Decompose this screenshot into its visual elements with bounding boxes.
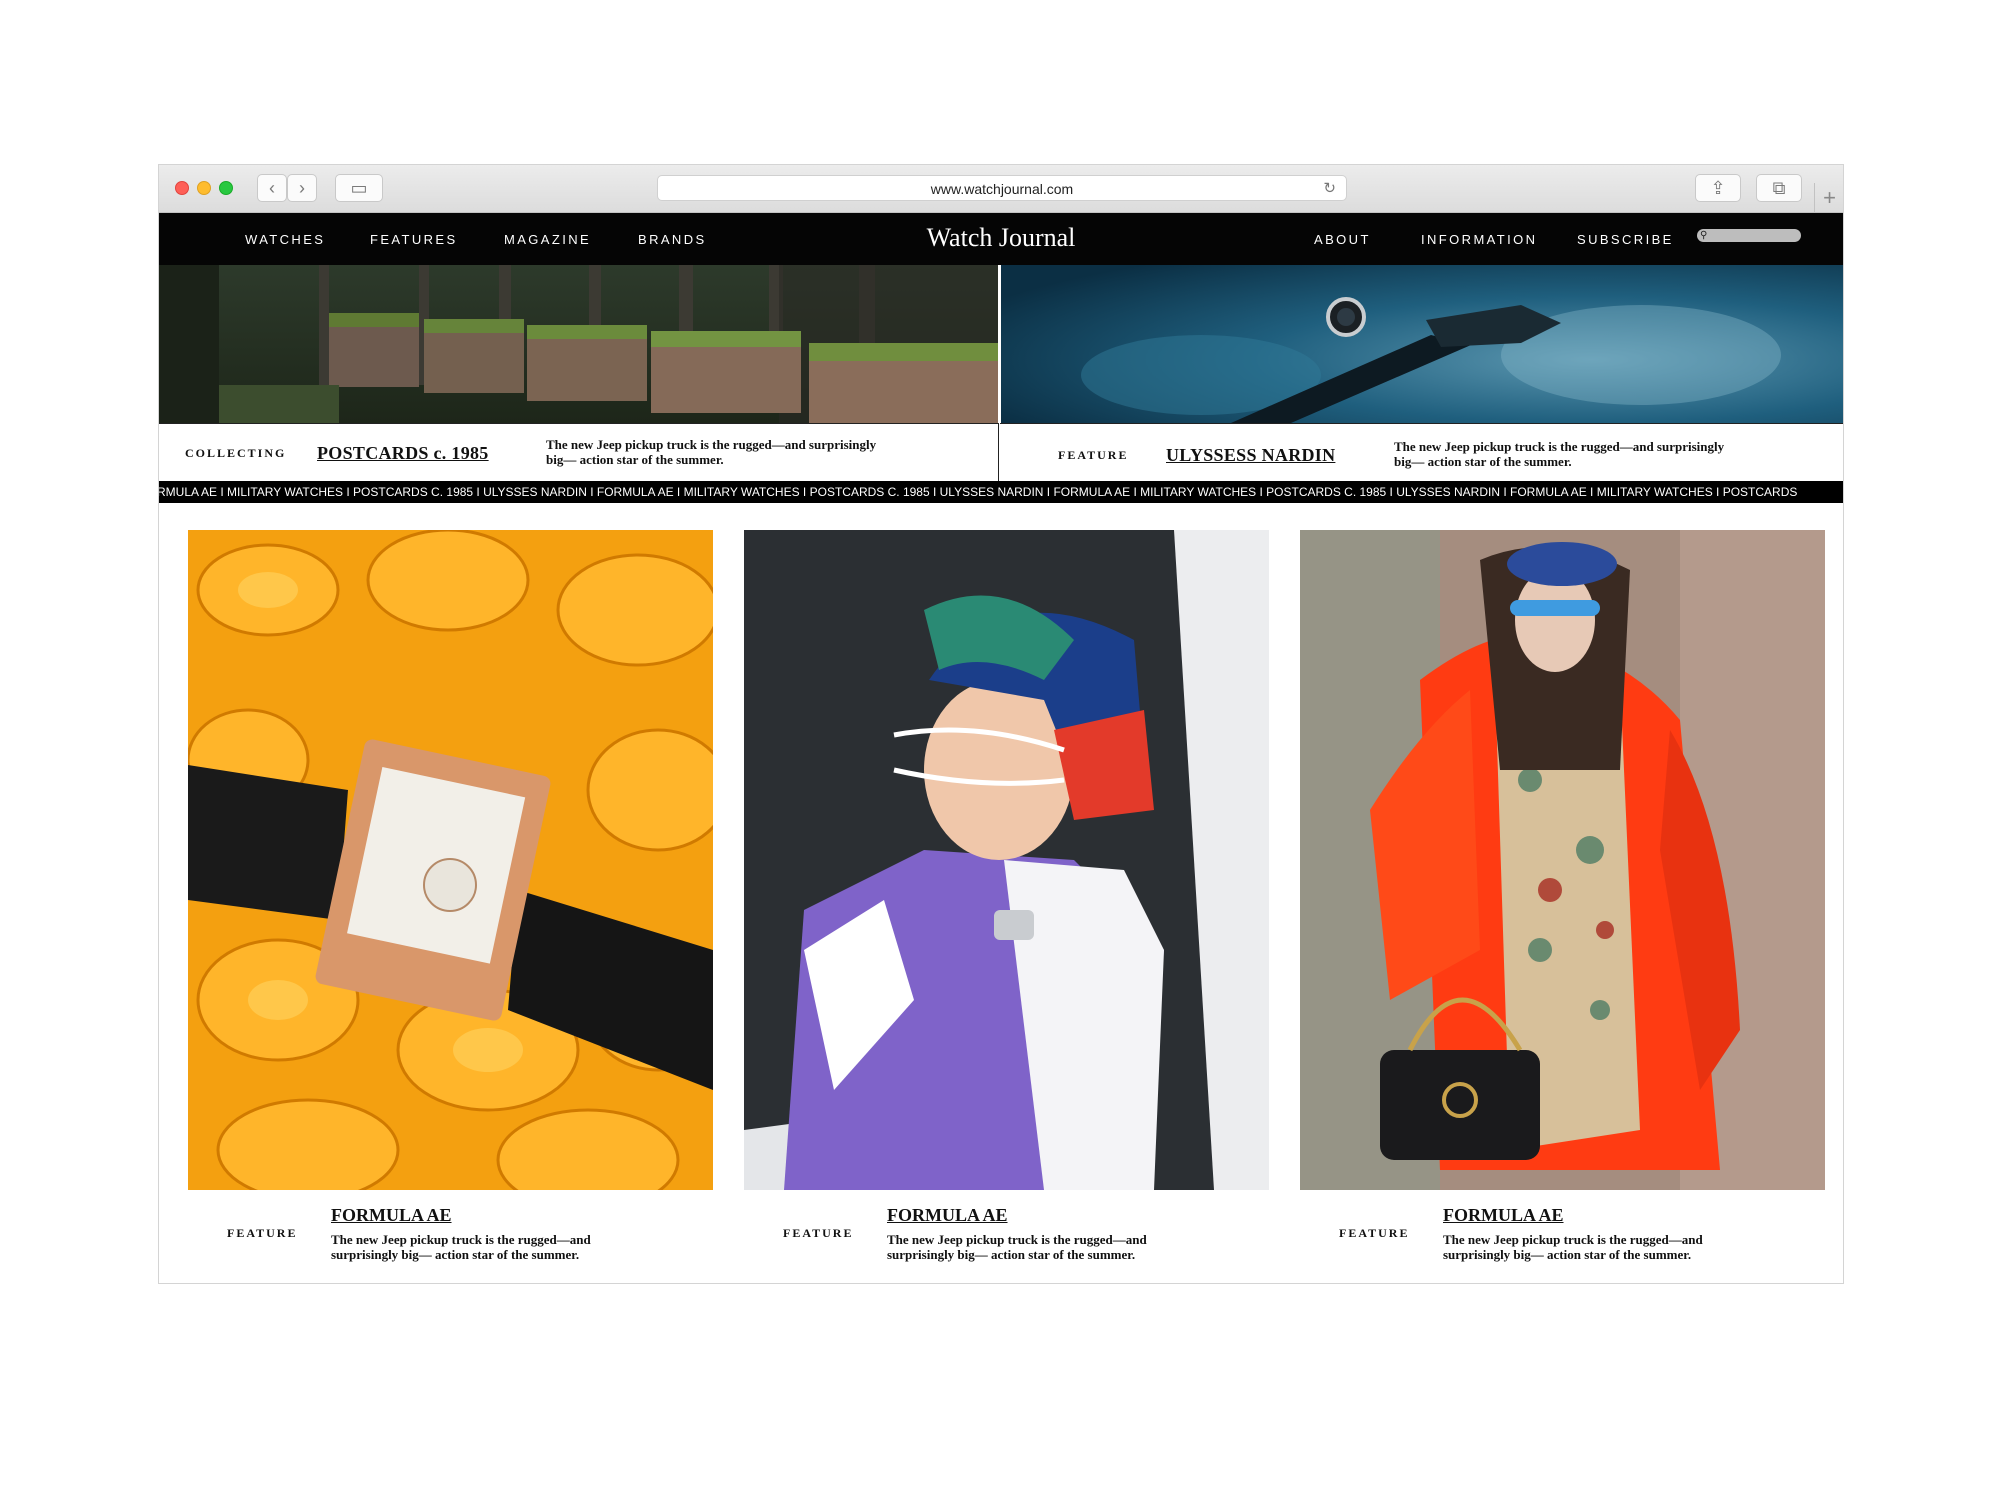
tabs-icon: ⧉ xyxy=(1772,177,1786,198)
fashion-model-image xyxy=(1300,530,1825,1190)
hero-blurb-postcards-line2: big— action star of the summer. xyxy=(546,452,724,467)
card-3-category: FEATURE xyxy=(1339,1226,1410,1240)
card-2-blurb-line1: The new Jeep pickup truck is the rugged—… xyxy=(887,1232,1147,1247)
minimize-window-button[interactable] xyxy=(197,181,211,195)
nav-about[interactable]: ABOUT xyxy=(1314,232,1371,247)
hero-blurb-ulysses: The new Jeep pickup truck is the rugged—… xyxy=(1394,439,1724,469)
card-1-blurb-line1: The new Jeep pickup truck is the rugged—… xyxy=(331,1232,591,1247)
card-image-watch[interactable] xyxy=(188,530,713,1190)
hero-blurb-postcards: The new Jeep pickup truck is the rugged—… xyxy=(546,437,876,467)
card-3-title[interactable]: FORMULA AE xyxy=(1443,1205,1564,1226)
zoom-window-button[interactable] xyxy=(219,181,233,195)
hero-category-collecting: COLLECTING xyxy=(185,446,287,460)
card-2-category: FEATURE xyxy=(783,1226,854,1240)
card-3-blurb: The new Jeep pickup truck is the rugged—… xyxy=(1443,1232,1763,1262)
close-window-button[interactable] xyxy=(175,181,189,195)
underwater-watch-image xyxy=(1001,265,1843,423)
nav-subscribe[interactable]: SUBSCRIBE xyxy=(1577,232,1674,247)
sidebar-button[interactable]: ▭ xyxy=(335,174,383,202)
card-1-category: FEATURE xyxy=(227,1226,298,1240)
card-image-fashion[interactable] xyxy=(1300,530,1825,1190)
back-icon: ‹ xyxy=(269,177,275,198)
card-1-title[interactable]: FORMULA AE xyxy=(331,1205,452,1226)
forward-icon: › xyxy=(299,177,305,198)
reload-icon[interactable]: ↻ xyxy=(1323,179,1336,197)
news-ticker: RMULA AE I MILITARY WATCHES I POSTCARDS … xyxy=(159,481,1843,503)
hero-blurb-ulysses-line2: big— action star of the summer. xyxy=(1394,454,1572,469)
card-1-blurb: The new Jeep pickup truck is the rugged—… xyxy=(331,1232,651,1262)
nav-information[interactable]: INFORMATION xyxy=(1421,232,1537,247)
card-2-title[interactable]: FORMULA AE xyxy=(887,1205,1008,1226)
search-icon: ⚲ xyxy=(1700,230,1708,241)
card-2-blurb-line2: surprisingly big— action star of the sum… xyxy=(887,1247,1136,1262)
search-input[interactable]: ⚲ xyxy=(1697,229,1801,242)
hero-title-postcards[interactable]: POSTCARDS c. 1985 xyxy=(317,443,489,464)
card-3-blurb-line1: The new Jeep pickup truck is the rugged—… xyxy=(1443,1232,1703,1247)
share-icon: ⇪ xyxy=(1710,177,1726,198)
new-tab-button[interactable]: + xyxy=(1814,183,1843,213)
ticker-text[interactable]: RMULA AE I MILITARY WATCHES I POSTCARDS … xyxy=(159,485,1797,499)
share-button[interactable]: ⇪ xyxy=(1695,174,1741,202)
url-text: www.watchjournal.com xyxy=(930,181,1074,197)
hero-title-ulysses[interactable]: ULYSSESS NARDIN xyxy=(1166,445,1335,466)
card-image-skier[interactable] xyxy=(744,530,1269,1190)
site-logo-text[interactable]: Watch Journal xyxy=(927,223,1076,253)
hero-blurb-ulysses-line1: The new Jeep pickup truck is the rugged—… xyxy=(1394,439,1725,454)
tabs-overview-button[interactable]: ⧉ xyxy=(1756,174,1802,202)
back-button[interactable]: ‹ xyxy=(257,174,287,202)
hero-image-postcards[interactable] xyxy=(159,265,998,423)
sidebar-icon: ▭ xyxy=(350,177,368,198)
hero-caption-ulysses: FEATURE ULYSSESS NARDIN The new Jeep pic… xyxy=(1000,423,1843,483)
watch-on-paper-rolls-image xyxy=(188,530,713,1190)
address-bar[interactable]: www.watchjournal.com ↻ xyxy=(657,175,1347,201)
browser-toolbar: ‹ › ▭ www.watchjournal.com ↻ ⇪ ⧉ + xyxy=(159,165,1843,213)
card-3-blurb-line2: surprisingly big— action star of the sum… xyxy=(1443,1247,1692,1262)
hero-caption-postcards: COLLECTING POSTCARDS c. 1985 The new Jee… xyxy=(159,423,999,483)
skier-portrait-image xyxy=(744,530,1269,1190)
stone-ruins-image xyxy=(159,265,998,423)
hero-category-feature: FEATURE xyxy=(1058,448,1129,462)
hero-blurb-postcards-line1: The new Jeep pickup truck is the rugged—… xyxy=(546,437,877,452)
hero-image-ulysses-nardin[interactable] xyxy=(1001,265,1843,423)
plus-icon: + xyxy=(1823,185,1836,210)
site-navigation: WATCHES FEATURES MAGAZINE BRANDS Watch J… xyxy=(159,213,1843,265)
card-2-blurb: The new Jeep pickup truck is the rugged—… xyxy=(887,1232,1207,1262)
browser-window: ‹ › ▭ www.watchjournal.com ↻ ⇪ ⧉ + WATCH… xyxy=(158,164,1844,1284)
forward-button[interactable]: › xyxy=(287,174,317,202)
card-1-blurb-line2: surprisingly big— action star of the sum… xyxy=(331,1247,580,1262)
